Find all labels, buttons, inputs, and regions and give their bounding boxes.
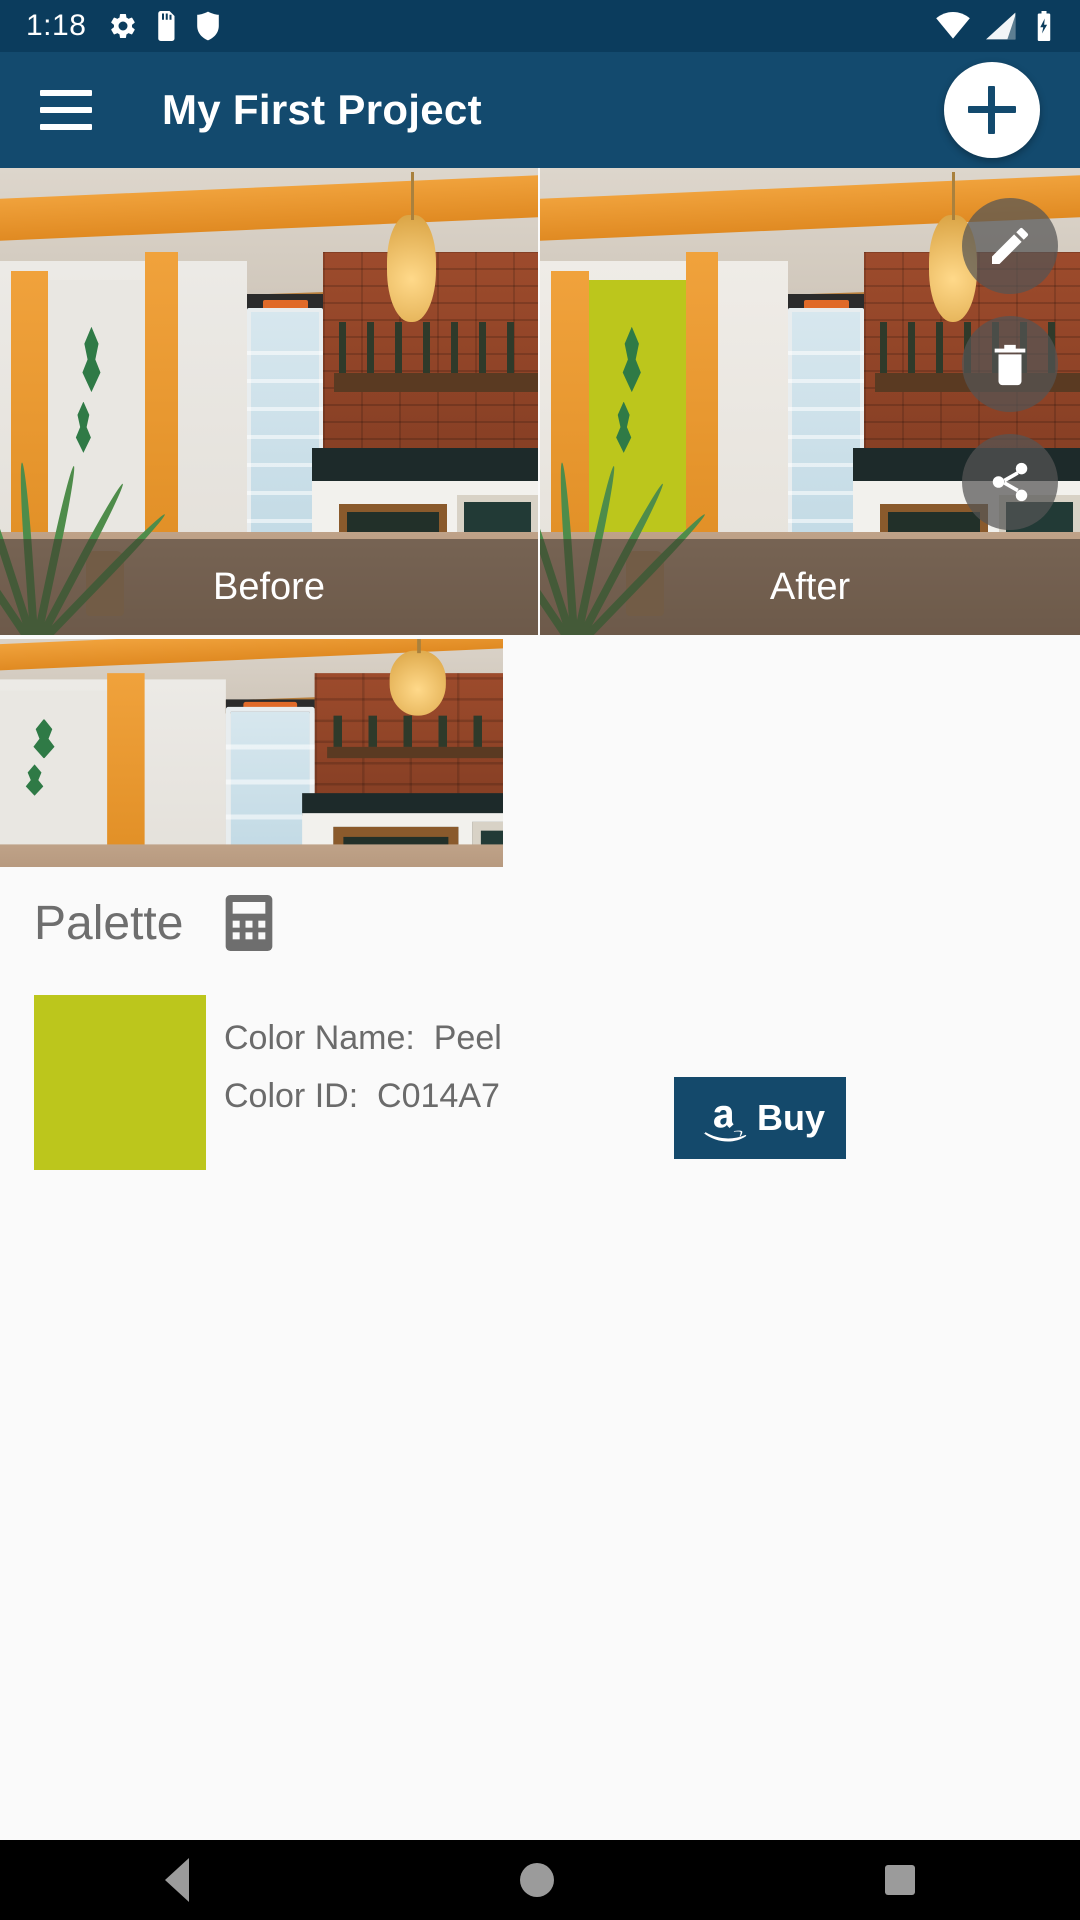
palette-header: Palette bbox=[34, 895, 273, 951]
color-id-line: Color ID: C014A7 bbox=[224, 1077, 500, 1116]
android-nav-bar bbox=[0, 1840, 1080, 1920]
palette-color-row: Color Name: Peel Color ID: C014A7 Buy bbox=[34, 995, 1046, 1170]
delete-button[interactable] bbox=[962, 316, 1058, 412]
color-details: Color Name: Peel Color ID: C014A7 bbox=[224, 1009, 502, 1126]
gear-icon bbox=[111, 13, 136, 39]
plus-icon bbox=[968, 86, 1016, 134]
hamburger-bar bbox=[40, 107, 92, 113]
trash-icon bbox=[994, 344, 1026, 386]
gallery-item-thumbnail[interactable] bbox=[0, 639, 503, 867]
status-bar-clock: 1:18 bbox=[26, 9, 87, 42]
share-button[interactable] bbox=[962, 434, 1058, 530]
color-name-line: Color Name: Peel bbox=[224, 1019, 502, 1057]
share-icon bbox=[992, 462, 1028, 502]
page-title: My First Project bbox=[162, 86, 482, 133]
before-label: Before bbox=[213, 565, 325, 608]
sd-card-icon bbox=[158, 11, 175, 41]
wifi-icon bbox=[936, 12, 970, 39]
color-swatch[interactable] bbox=[34, 995, 206, 1170]
app-screen: 1:18 My First Project Before After Palet… bbox=[0, 0, 1080, 1920]
after-label: After bbox=[769, 565, 851, 608]
calculator-icon[interactable] bbox=[225, 895, 273, 951]
back-triangle-icon[interactable] bbox=[165, 1858, 190, 1902]
pencil-icon bbox=[992, 227, 1029, 264]
status-bar-left-icons bbox=[108, 11, 220, 41]
buy-label: Buy bbox=[756, 1097, 825, 1138]
home-circle-icon[interactable] bbox=[519, 1863, 554, 1897]
recents-square-icon[interactable] bbox=[884, 1865, 915, 1895]
battery-charging-icon bbox=[1037, 11, 1051, 41]
before-caption-overlay: Before bbox=[0, 539, 538, 635]
after-caption-overlay: After bbox=[540, 539, 1080, 635]
palette-title: Palette bbox=[34, 896, 184, 950]
gallery-item-before[interactable]: Before bbox=[0, 168, 538, 635]
status-bar: 1:18 bbox=[0, 0, 1080, 52]
hamburger-bar bbox=[40, 90, 92, 96]
thumbnail-photo bbox=[0, 639, 503, 867]
amazon-buy-button[interactable]: Buy bbox=[674, 1077, 846, 1159]
cell-signal-icon bbox=[986, 12, 1016, 40]
hamburger-menu-icon[interactable] bbox=[40, 90, 92, 130]
app-bar: My First Project bbox=[0, 52, 1080, 168]
edit-button[interactable] bbox=[962, 198, 1058, 294]
image-gallery: Before After bbox=[0, 168, 1080, 867]
amazon-logo-icon bbox=[703, 1105, 747, 1142]
shield-icon bbox=[197, 11, 220, 41]
floating-action-buttons bbox=[962, 198, 1058, 530]
hamburger-bar bbox=[40, 124, 92, 130]
add-button[interactable] bbox=[944, 62, 1040, 158]
status-bar-right-icons bbox=[936, 11, 1054, 41]
